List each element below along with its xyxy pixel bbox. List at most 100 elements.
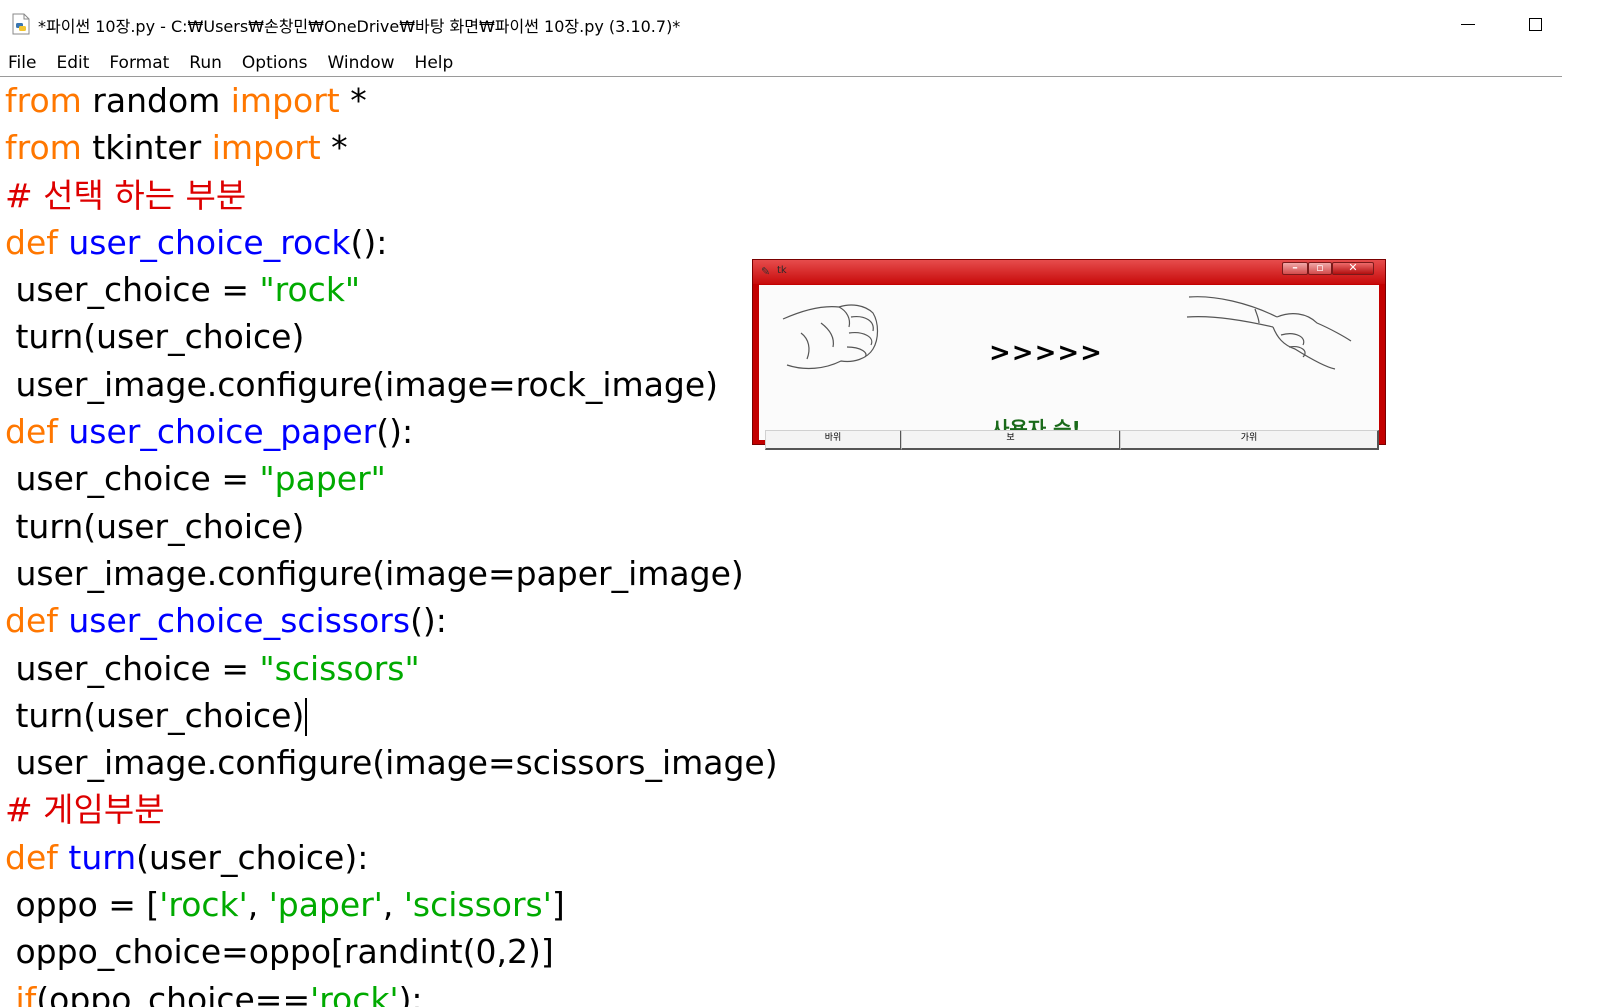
maximize-button[interactable] bbox=[1512, 8, 1558, 40]
tk-maximize-button: ▫ bbox=[1308, 261, 1332, 275]
code-string: "scissors" bbox=[259, 648, 420, 688]
code-text: oppo = [ bbox=[5, 885, 160, 925]
code-line[interactable]: turn(user_choice) bbox=[5, 503, 1565, 550]
tk-minimize-button: – bbox=[1282, 261, 1308, 275]
code-text: , bbox=[247, 885, 269, 925]
tk-close-icon: ✕ bbox=[1348, 261, 1358, 274]
menu-bar: File Edit Format Run Options Window Help bbox=[0, 50, 1621, 76]
tk-rock-button: 바위 bbox=[765, 430, 902, 450]
code-text: turn(user_choice) bbox=[5, 317, 305, 357]
code-comment: # 선택 하는 부분 bbox=[5, 175, 247, 215]
code-text: tkinter bbox=[81, 128, 212, 168]
code-definition: user_choice_paper bbox=[68, 412, 377, 452]
scissors-hand-icon bbox=[1186, 296, 1352, 370]
code-keyword: def bbox=[5, 412, 58, 452]
code-text: user_choice = bbox=[5, 648, 260, 688]
minimize-icon bbox=[1461, 23, 1475, 25]
code-line[interactable]: # 선택 하는 부분 bbox=[5, 172, 1565, 219]
tk-feather-icon: ✎ bbox=[761, 265, 771, 278]
tk-paper-button: 보 bbox=[901, 430, 1121, 450]
code-text: (user_choice): bbox=[136, 837, 369, 877]
code-text: turn(user_choice) bbox=[5, 695, 305, 735]
code-line[interactable]: oppo_choice=oppo[randint(0,2)] bbox=[5, 928, 1565, 975]
code-text: * bbox=[339, 81, 367, 120]
code-definition: user_choice_rock bbox=[68, 222, 351, 262]
code-line[interactable]: user_choice = "paper" bbox=[5, 455, 1565, 502]
code-keyword: import bbox=[211, 128, 321, 168]
code-line[interactable]: user_image.configure(image=scissors_imag… bbox=[5, 739, 1565, 786]
code-string: 'rock' bbox=[310, 979, 399, 1007]
code-text: (): bbox=[410, 601, 447, 641]
code-string: "rock" bbox=[259, 270, 361, 310]
tk-close-button: ✕ bbox=[1332, 261, 1374, 275]
code-line[interactable]: user_choice = "scissors" bbox=[5, 645, 1565, 692]
code-keyword: if bbox=[15, 979, 37, 1007]
code-line[interactable]: from tkinter import * bbox=[5, 124, 1565, 171]
code-text: user_choice = bbox=[5, 270, 260, 310]
code-text: turn(user_choice) bbox=[5, 506, 305, 546]
code-line[interactable]: turn(user_choice) bbox=[5, 692, 1565, 739]
tk-scissors-button: 가위 bbox=[1120, 430, 1379, 450]
code-text: * bbox=[320, 128, 348, 168]
code-line[interactable]: # 게임부분 bbox=[5, 786, 1565, 833]
window-title: *파이썬 10장.py - C:₩Users₩손창민₩OneDrive₩바탕 화… bbox=[38, 17, 681, 36]
code-text: random bbox=[81, 81, 231, 120]
code-comment: # 게임부분 bbox=[5, 790, 165, 830]
code-string: 'paper' bbox=[268, 885, 383, 925]
code-definition: turn bbox=[68, 837, 137, 877]
code-line[interactable]: def turn(user_choice): bbox=[5, 834, 1565, 881]
menu-help[interactable]: Help bbox=[405, 53, 464, 73]
code-text: user_image.configure(image=scissors_imag… bbox=[5, 743, 778, 783]
code-keyword: from bbox=[5, 81, 82, 120]
code-keyword: def bbox=[5, 601, 58, 641]
menu-format[interactable]: Format bbox=[99, 53, 179, 73]
code-string: 'rock' bbox=[159, 885, 248, 925]
code-keyword: import bbox=[230, 81, 340, 120]
code-line[interactable]: user_image.configure(image=paper_image) bbox=[5, 550, 1565, 597]
code-line[interactable]: oppo = ['rock', 'paper', 'scissors'] bbox=[5, 881, 1565, 928]
code-text: user_choice = bbox=[5, 459, 260, 499]
menu-run[interactable]: Run bbox=[179, 53, 232, 73]
title-bar: *파이썬 10장.py - C:₩Users₩손창민₩OneDrive₩바탕 화… bbox=[0, 0, 1621, 48]
code-text: , bbox=[382, 885, 404, 925]
tk-window-screenshot: ✎ tk – ▫ ✕ >>>>> 사용자 승! 바위 보 가위 bbox=[752, 259, 1386, 450]
maximize-icon bbox=[1528, 17, 1542, 31]
tk-client-area: >>>>> 사용자 승! 바위 보 가위 bbox=[759, 285, 1379, 450]
text-cursor bbox=[305, 698, 308, 737]
code-text: ] bbox=[551, 885, 565, 925]
python-file-icon bbox=[12, 13, 30, 35]
code-keyword: def bbox=[5, 837, 58, 877]
code-line[interactable]: def user_choice_scissors(): bbox=[5, 597, 1565, 644]
menu-window[interactable]: Window bbox=[318, 53, 405, 73]
menu-file[interactable]: File bbox=[0, 53, 46, 73]
code-keyword: def bbox=[5, 222, 58, 262]
tk-maximize-icon: ▫ bbox=[1316, 261, 1324, 274]
code-text: ): bbox=[398, 979, 423, 1007]
code-string: 'scissors' bbox=[403, 885, 552, 925]
code-text: oppo_choice=oppo[randint(0,2)] bbox=[5, 932, 554, 972]
code-text: user_image.configure(image=paper_image) bbox=[5, 553, 744, 593]
minimize-button[interactable] bbox=[1445, 8, 1491, 40]
code-keyword: from bbox=[5, 128, 82, 168]
tk-window-title: tk bbox=[777, 265, 787, 276]
code-definition: user_choice_scissors bbox=[68, 601, 411, 641]
code-string: "paper" bbox=[259, 459, 386, 499]
code-text: user_image.configure(image=rock_image) bbox=[5, 364, 719, 404]
code-text: (oppo_choice== bbox=[36, 979, 311, 1007]
code-line[interactable]: from random import * bbox=[5, 77, 1565, 124]
menu-options[interactable]: Options bbox=[232, 53, 318, 73]
tk-title-bar: ✎ tk – ▫ ✕ bbox=[753, 260, 1385, 284]
fist-hand-icon bbox=[782, 304, 879, 370]
code-line[interactable]: if(oppo_choice=='rock'): bbox=[5, 976, 1565, 1007]
code-text: (): bbox=[350, 222, 388, 262]
code-editor[interactable]: from random import * from tkinter import … bbox=[5, 77, 1565, 1007]
tk-minimize-icon: – bbox=[1292, 261, 1298, 274]
code-text: (): bbox=[376, 412, 414, 452]
tk-arrow-text: >>>>> bbox=[989, 338, 1103, 368]
menu-edit[interactable]: Edit bbox=[46, 53, 99, 73]
